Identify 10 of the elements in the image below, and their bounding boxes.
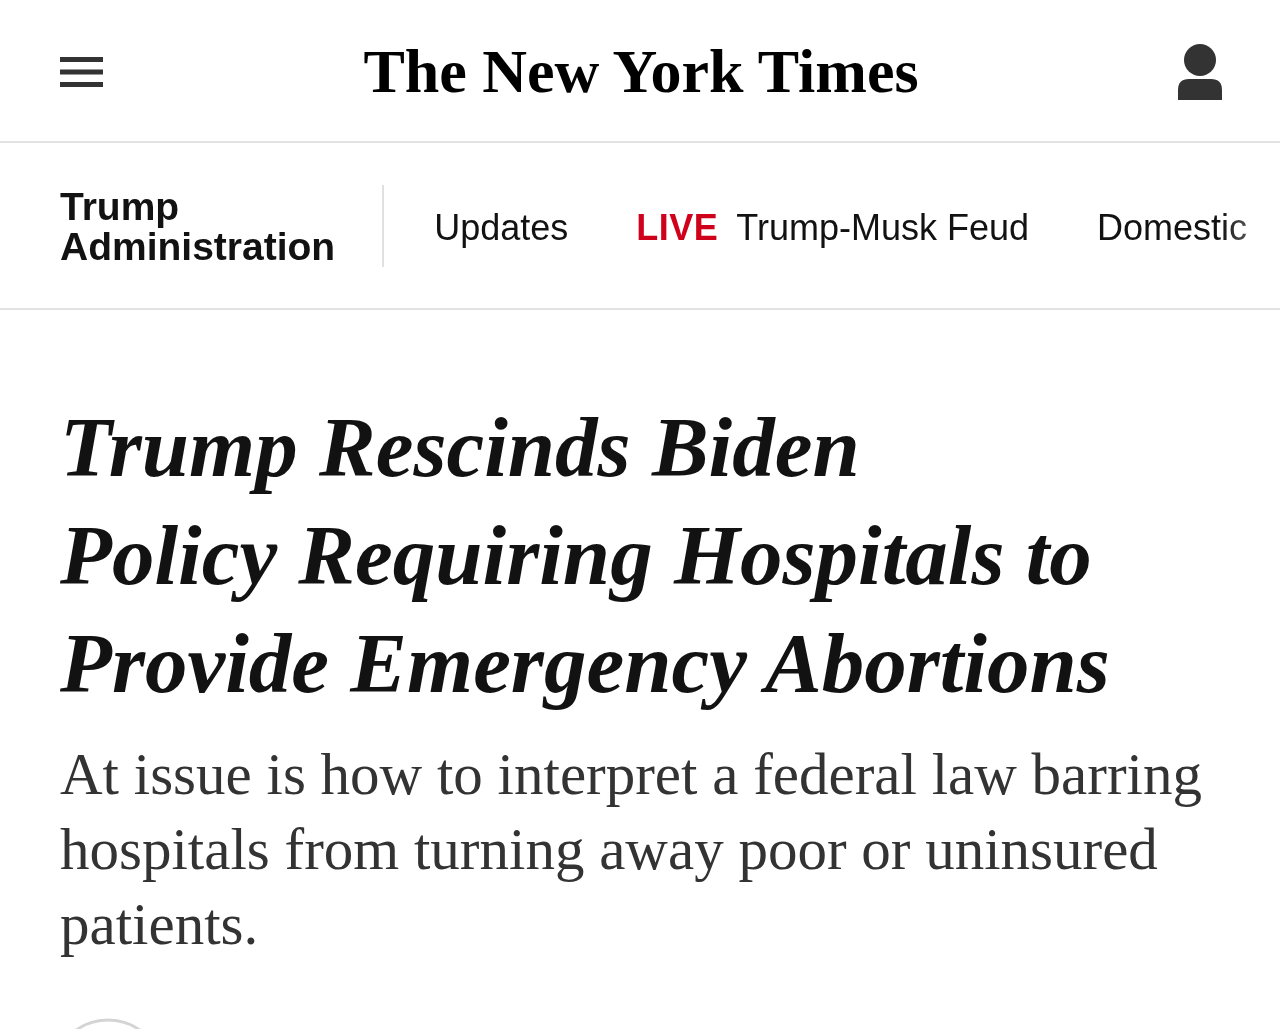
user-icon[interactable]: [1178, 43, 1222, 100]
nav-link[interactable]: Domestic: [1097, 205, 1248, 250]
nav-link[interactable]: LIVE Trump-Musk Feud: [636, 205, 1029, 250]
article-summary: At issue is how to interpret a federal law barring hospitals from turning away poor or uninsured patients.: [60, 740, 1203, 959]
menu-icon[interactable]: [60, 56, 103, 87]
nav-link[interactable]: Updates: [434, 205, 569, 250]
live-label: LIVE: [636, 206, 719, 248]
headline: Trump Rescinds Biden Policy Requiring Hospitals to Provide Emergency Abortions: [59, 399, 1111, 712]
site-logo[interactable]: The New York Times: [363, 34, 919, 107]
section-link[interactable]: Trump Administration: [60, 186, 336, 267]
